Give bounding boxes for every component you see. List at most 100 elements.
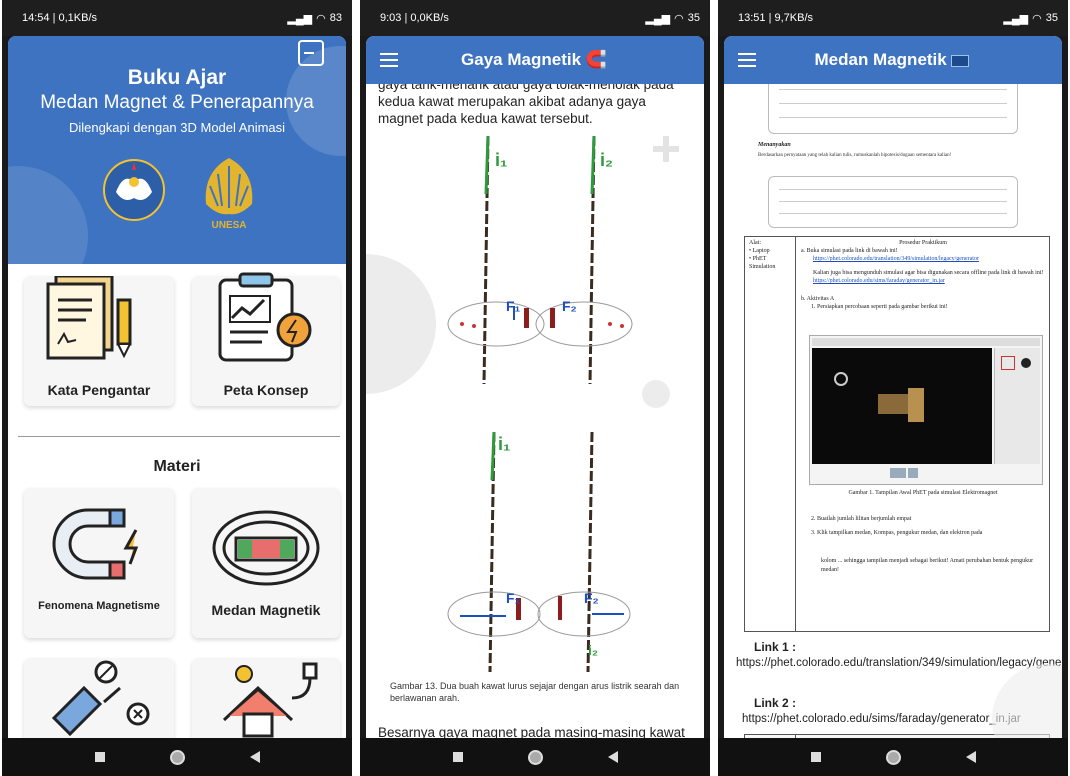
battery-level: 83 (329, 12, 342, 24)
label-f1-top: F₁ (506, 298, 521, 314)
play-button[interactable] (890, 468, 906, 478)
answer-box-1[interactable] (768, 84, 1018, 134)
medan-magnetik-card[interactable]: Medan Magnetik (192, 488, 340, 638)
recents-button[interactable] (94, 752, 105, 762)
label-i2-bottom: i₂ (588, 642, 599, 658)
label-i1-top: i₁ (495, 150, 508, 170)
app-screen: Buku Ajar Medan Magnet & Penerapannya Di… (8, 36, 346, 738)
link1-url[interactable]: https://phet.colorado.edu/translation/34… (736, 656, 1062, 671)
tut-wuri-handayani-logo (103, 159, 165, 221)
signal-icon: ▂▄▆ (287, 12, 313, 25)
hero-banner: Buku Ajar Medan Magnet & Penerapannya Di… (8, 36, 346, 264)
link1-label: Link 1 : (754, 640, 797, 654)
exit-icon[interactable] (298, 40, 324, 66)
magnet-interaction-card[interactable] (24, 658, 174, 738)
parallel-wires-figure (366, 135, 679, 673)
step-b2: 2. Buatlah jumlah lilitan berjumlah empa… (811, 516, 912, 522)
label-i2-top: i₂ (600, 150, 613, 170)
status-icons: ▂▄▆ ◠ 35 (645, 12, 700, 25)
step-b3-cont: kolom ... sehingga tampilan menjadi seba… (821, 558, 1034, 573)
label-i1-bottom: i₁ (498, 434, 511, 454)
figure-caption: Gambar 13. Dua buah kawat lurus sejajar … (390, 681, 680, 703)
link2-label: Link 2 : (754, 696, 797, 710)
back-button[interactable] (965, 751, 976, 763)
home-button[interactable] (169, 749, 185, 765)
answer-box-2[interactable] (768, 176, 1018, 228)
wifi-icon: ◠ (674, 12, 684, 25)
unesa-logo: UNESA (205, 158, 253, 231)
section-divider (18, 436, 340, 437)
label-f2-bottom: F₂ (584, 590, 599, 606)
phone-screenshot-3: 13:51 | 9,7KB/s ▂▄▆ ◠ 35 Medan Magnetik … (718, 0, 1068, 776)
back-button[interactable] (249, 751, 260, 763)
android-nav-bar (360, 738, 710, 776)
app-screen: Gaya Magnetik 🧲 gaya tarik-menarik atau … (366, 36, 704, 738)
menu-icon[interactable] (738, 53, 756, 67)
wifi-icon: ◠ (316, 12, 326, 25)
magnet-icon (52, 508, 139, 580)
paragraph-bottom: Besarnya gaya magnet pada masing-masing … (378, 725, 685, 738)
unesa-label: UNESA (211, 220, 246, 231)
link-offline[interactable]: https://phet.colorado.edu/sims/faraday/g… (801, 277, 1045, 285)
menanya-label: Menanyakan (758, 142, 791, 148)
compass-icon (834, 372, 848, 386)
magnets-repel-icon (51, 660, 150, 737)
label-f2-top: F₂ (562, 298, 577, 314)
lesson-content[interactable]: Menanyakan Berdasarkan pernyataan yang t… (724, 84, 1062, 738)
step-b3: 3. Klik tampilkan medan, Kompas, penguku… (811, 530, 983, 536)
house-electric-icon (222, 662, 318, 738)
step-button[interactable] (908, 468, 918, 478)
clipboard-chart-icon (218, 272, 312, 362)
status-time: 14:54 | 0,1KB/s (22, 12, 98, 24)
app-screen: Medan Magnetik Menanyakan Berdasarkan pe… (724, 36, 1062, 738)
praktikum-table: Alat: • Laptop • PhET Simulation Prosedu… (744, 236, 1050, 632)
label-f1-bottom: F₁ (506, 590, 521, 606)
peta-konsep-card[interactable]: Peta Konsep (192, 272, 340, 406)
gambar-caption: Gambar 1. Tampilan Awal PhET pada simula… (848, 490, 998, 496)
phet-screenshot (809, 335, 1043, 485)
battery-level: 35 (687, 12, 700, 24)
alat-cell: Alat: • Laptop • PhET Simulation (749, 240, 776, 270)
kata-pengantar-label: Kata Pengantar (47, 382, 151, 398)
phone-screenshot-2: 9:03 | 0,0KB/s ▂▄▆ ◠ 35 Gaya Magnetik 🧲 … (360, 0, 710, 776)
prosedur-cell: Prosedur Praktikum a. Buka simulasi pada… (801, 240, 1045, 310)
kata-pengantar-card[interactable]: Kata Pengantar (24, 276, 174, 406)
recents-button[interactable] (810, 752, 821, 762)
magnet-field-title-icon (951, 54, 970, 67)
home-button[interactable] (885, 749, 901, 765)
signal-icon: ▂▄▆ (645, 12, 671, 25)
lesson-content[interactable]: gaya tarik-menarik atau gaya tolak-menol… (366, 84, 704, 738)
document-icon (46, 276, 132, 360)
status-bar: 13:51 | 9,7KB/s ▂▄▆ ◠ 35 (718, 0, 1068, 36)
back-button[interactable] (607, 751, 618, 763)
medan-magnetik-label: Medan Magnetik (211, 602, 321, 618)
recents-button[interactable] (452, 752, 463, 762)
phet-sim-canvas (812, 348, 992, 464)
wifi-icon: ◠ (1032, 12, 1042, 25)
status-bar: 14:54 | 0,1KB/s ▂▄▆ ◠ 83 (2, 0, 352, 36)
battery-level: 35 (1045, 12, 1058, 24)
status-icons: ▂▄▆ ◠ 35 (1003, 12, 1058, 25)
status-time: 9:03 | 0,0KB/s (380, 12, 449, 24)
home-button[interactable] (527, 749, 543, 765)
fenomena-label: Fenomena Magnetisme (38, 600, 160, 612)
android-nav-bar (718, 738, 1068, 776)
phet-control-panel (994, 348, 1040, 464)
signal-icon: ▂▄▆ (1003, 12, 1029, 25)
link-a[interactable]: https://phet.colorado.edu/translation/34… (801, 255, 1045, 263)
app-bar: Medan Magnetik (724, 36, 1062, 84)
magnet-title-icon: 🧲 (585, 50, 607, 69)
page-title: Gaya Magnetik 🧲 (461, 50, 607, 69)
fenomena-magnetisme-card[interactable]: Fenomena Magnetisme (24, 488, 174, 638)
status-time: 13:51 | 9,7KB/s (738, 12, 814, 24)
menu-icon[interactable] (380, 53, 398, 67)
penerapan-card[interactable] (192, 658, 340, 738)
book-tagline: Dilengkapi dengan 3D Model Animasi (68, 120, 286, 135)
page-title: Medan Magnetik (756, 50, 1062, 70)
book-title: Buku Ajar (127, 66, 227, 89)
materi-heading: Materi (153, 458, 201, 475)
bar-magnet-field-icon (212, 510, 320, 586)
app-bar: Gaya Magnetik 🧲 (366, 36, 704, 84)
android-nav-bar (2, 738, 352, 776)
book-subtitle: Medan Magnet & Penerapannya (40, 92, 314, 113)
